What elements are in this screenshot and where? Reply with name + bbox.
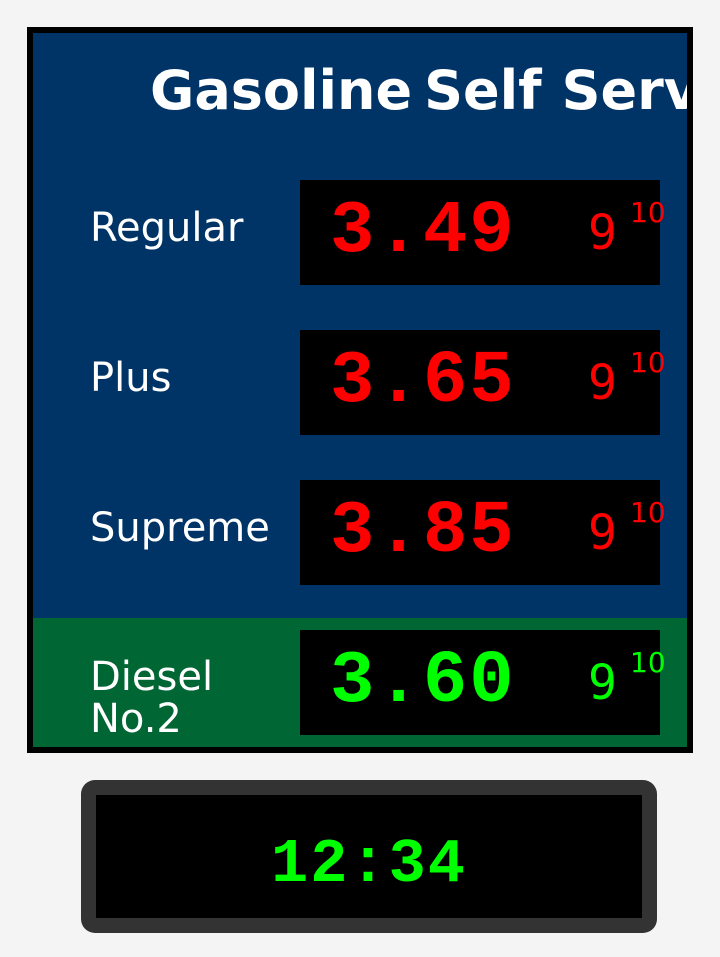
price-diesel: 3.60 (330, 640, 516, 724)
grade-label-supreme: Supreme (90, 505, 270, 551)
price-fraction-numerator-diesel: 9 (588, 655, 617, 711)
price-supreme: 3.85 (330, 490, 516, 574)
price-fraction-denominator-regular: 10 (630, 196, 666, 229)
grade-label-diesel: Diesel No.2 (90, 656, 213, 740)
diesel-label-line2: No.2 (90, 696, 182, 742)
price-display-supreme: 3.85 9 10 (300, 480, 666, 585)
clock-screen: 12:34 (96, 795, 642, 918)
price-sign: GasolineSelf Serve Regular 3.49 9 10 Plus… (27, 27, 693, 753)
grade-label-plus: Plus (90, 355, 172, 401)
price-regular: 3.49 (330, 190, 516, 274)
clock-bezel: 12:34 (81, 780, 657, 933)
title-word-gasoline: Gasoline (150, 59, 413, 122)
price-fraction-denominator-diesel: 10 (630, 646, 666, 679)
diesel-panel: Diesel No.2 3.60 9 10 (33, 618, 687, 747)
price-fraction-denominator-plus: 10 (630, 346, 666, 379)
price-fraction-denominator-supreme: 10 (630, 496, 666, 529)
grade-label-regular: Regular (90, 205, 244, 251)
price-fraction-numerator-plus: 9 (588, 355, 617, 411)
sign-title: GasolineSelf Serve (150, 59, 687, 123)
gasoline-panel: GasolineSelf Serve Regular 3.49 9 10 Plus… (33, 33, 687, 639)
price-display-diesel: 3.60 9 10 (300, 630, 666, 735)
title-word-serve: Serve (561, 59, 687, 122)
title-word-self: Self (424, 59, 542, 122)
clock-time: 12:34 (270, 829, 468, 900)
diesel-label-line1: Diesel (90, 654, 214, 700)
price-display-regular: 3.49 9 10 (300, 180, 666, 285)
price-display-plus: 3.65 9 10 (300, 330, 666, 435)
price-fraction-numerator-regular: 9 (588, 205, 617, 261)
price-fraction-numerator-supreme: 9 (588, 505, 617, 561)
price-plus: 3.65 (330, 340, 516, 424)
